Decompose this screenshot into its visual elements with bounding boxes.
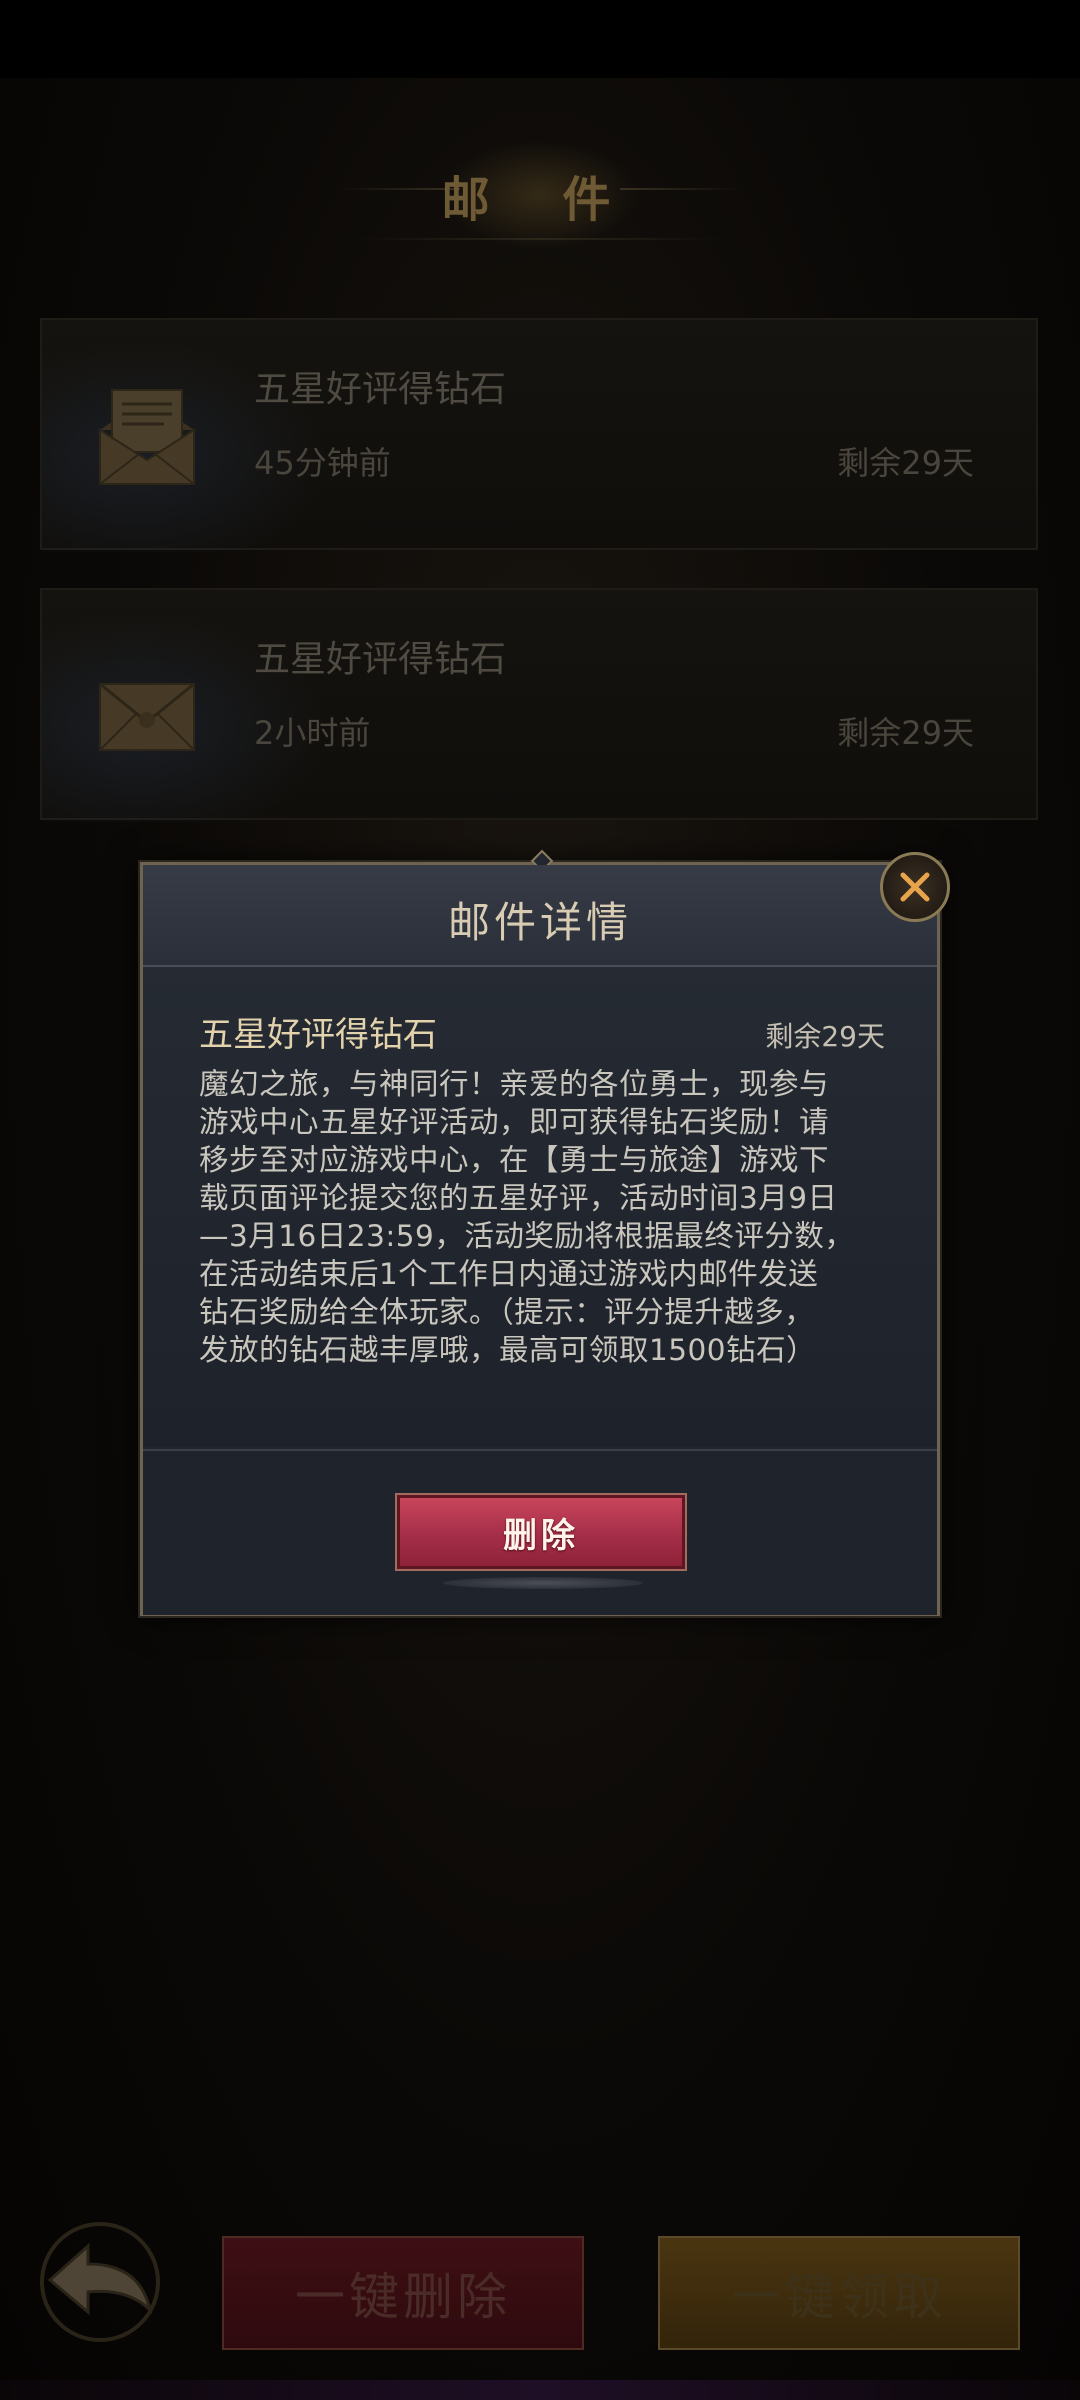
- title-divider: [360, 238, 720, 240]
- content-line: 载页面评论提交您的五星好评，活动时间3月9日: [199, 1181, 838, 1215]
- page-header: 邮 件: [0, 130, 1080, 250]
- card-decoration: [42, 590, 362, 822]
- dialog-header: 邮件详情: [143, 865, 937, 967]
- mail-remaining-days: 剩余29天: [837, 444, 974, 482]
- mail-detail-dialog: 邮件详情 五星好评得钻石 剩余29天 魔幻之旅，与神同行！亲爱的各位勇士，现参与…: [138, 849, 942, 1618]
- content-line: 在活动结束后1个工作日内通过游戏内邮件发送: [199, 1257, 819, 1291]
- delete-button[interactable]: 删除: [395, 1493, 687, 1571]
- delete-all-button[interactable]: 一键删除: [222, 2236, 584, 2350]
- dialog-footer: 删除: [143, 1449, 937, 1615]
- bottom-edge-glow: [0, 2380, 1080, 2400]
- status-bar: [0, 0, 1080, 78]
- mail-time: 2小时前: [254, 714, 371, 752]
- mail-detail-remaining-days: 剩余29天: [765, 1020, 885, 1053]
- content-line: 游戏中心五星好评活动，即可获得钻石奖励！请: [199, 1105, 830, 1139]
- closed-envelope-icon: [99, 682, 195, 751]
- mail-subject: 五星好评得钻石: [254, 639, 507, 680]
- dialog-body: 五星好评得钻石 剩余29天 魔幻之旅，与神同行！亲爱的各位勇士，现参与 游戏中心…: [143, 967, 937, 1447]
- content-line: 发放的钻石越丰厚哦，最高可领取1500钻石）: [199, 1333, 817, 1367]
- page-title: 邮 件: [441, 172, 639, 228]
- mail-list-item[interactable]: 五星好评得钻石 45分钟前 剩余29天: [40, 318, 1038, 552]
- button-shadow: [443, 1577, 643, 1589]
- mail-subject: 五星好评得钻石: [254, 369, 507, 410]
- back-arrow-icon[interactable]: [10, 2200, 170, 2350]
- mail-screen: 邮 件 五星好评得钻石 45分钟前 剩余29天 五星好评得钻石 2小时前 剩余2…: [0, 0, 1080, 2400]
- dialog-title: 邮件详情: [447, 898, 632, 947]
- content-line: 魔幻之旅，与神同行！亲爱的各位勇士，现参与: [199, 1067, 830, 1101]
- close-button[interactable]: [880, 852, 950, 922]
- content-line: 钻石奖励给全体玩家。（提示：评分提升越多，: [199, 1295, 815, 1329]
- open-envelope-icon: [99, 389, 195, 485]
- close-icon: [900, 872, 930, 902]
- mail-list-item[interactable]: 五星好评得钻石 2小时前 剩余29天: [40, 588, 1038, 822]
- mail-detail-content: 魔幻之旅，与神同行！亲爱的各位勇士，现参与 游戏中心五星好评活动，即可获得钻石奖…: [199, 1065, 883, 1369]
- content-line: 移步至对应游戏中心，在【勇士与旅途】游戏下: [199, 1143, 830, 1177]
- mail-time: 45分钟前: [254, 444, 391, 482]
- mail-remaining-days: 剩余29天: [837, 714, 974, 752]
- claim-all-button[interactable]: 一键领取: [658, 2236, 1020, 2350]
- content-line: —3月16日23:59，活动奖励将根据最终评分数，: [199, 1219, 855, 1253]
- mail-detail-subject: 五星好评得钻石: [199, 1015, 437, 1055]
- card-decoration: [42, 320, 362, 552]
